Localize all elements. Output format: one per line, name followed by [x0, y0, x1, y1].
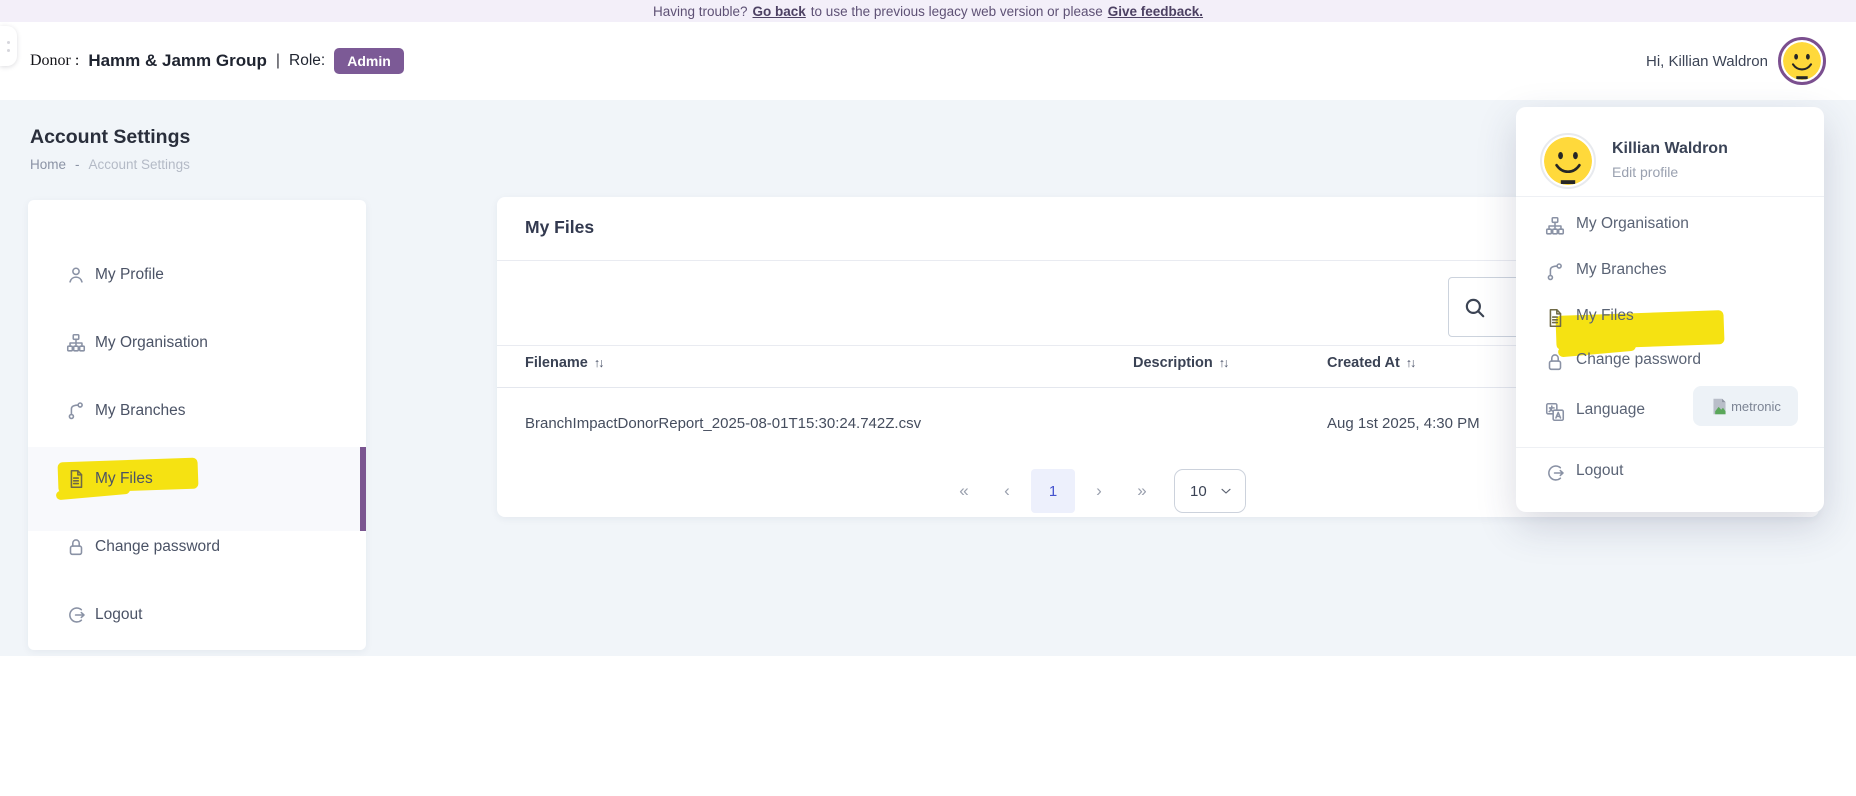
sidebar-item-label: My Branches	[95, 402, 185, 420]
edit-profile-link[interactable]: Edit profile	[1612, 164, 1678, 180]
menu-item-my-branches[interactable]: My Branches	[1516, 249, 1824, 295]
sidebar-item-label: My Files	[95, 470, 153, 488]
page-title: Account Settings	[30, 126, 190, 149]
user-name: Killian Waldron	[1612, 140, 1728, 158]
legacy-banner: Having trouble? Go back to use the previ…	[0, 0, 1856, 22]
user-icon	[65, 264, 87, 286]
role-label: Role:	[289, 52, 325, 70]
cell-created-at: Aug 1st 2025, 4:30 PM	[1327, 415, 1480, 432]
sidebar-item-label: Logout	[95, 606, 142, 624]
breadcrumb: Home - Account Settings	[30, 157, 190, 172]
lock-icon	[1544, 351, 1566, 373]
sidebar-item-my-branches[interactable]: My Branches	[28, 391, 366, 431]
cell-filename: BranchImpactDonorReport_2025-08-01T15:30…	[525, 415, 921, 432]
account-settings-sidebar: My Profile My Organisation My Branches M…	[28, 200, 366, 650]
give-feedback-link[interactable]: Give feedback.	[1108, 4, 1203, 19]
sitemap-icon	[1544, 215, 1566, 237]
pagination-next-button[interactable]: ›	[1084, 481, 1114, 501]
breadcrumb-current: Account Settings	[89, 157, 190, 172]
menu-item-label: My Files	[1576, 307, 1634, 325]
breadcrumb-separator: -	[75, 157, 80, 172]
language-badge[interactable]: metronic	[1693, 386, 1798, 426]
menu-item-label: My Organisation	[1576, 215, 1689, 233]
sort-icon[interactable]: ↑↓	[1406, 356, 1415, 370]
search-icon	[1462, 295, 1488, 321]
column-header-created-at[interactable]: Created At ↑↓	[1327, 355, 1414, 371]
go-back-link[interactable]: Go back	[753, 4, 806, 19]
role-badge: Admin	[334, 48, 404, 74]
banner-text-prefix: Having trouble?	[653, 4, 748, 19]
user-greeting-area: Hi, Killian Waldron	[1646, 22, 1826, 100]
language-badge-label: metronic	[1731, 399, 1781, 414]
column-label: Filename	[525, 355, 588, 371]
sidebar-item-change-password[interactable]: Change password	[28, 527, 366, 567]
menu-item-label: My Branches	[1576, 261, 1666, 279]
menu-item-label: Language	[1576, 401, 1645, 419]
sidebar-item-label: Change password	[95, 538, 220, 556]
broken-image-icon	[1710, 397, 1729, 416]
logout-icon	[65, 604, 87, 626]
divider	[1516, 447, 1824, 448]
smiley-avatar-icon	[1544, 137, 1592, 185]
app-header: Donor : Hamm & Jamm Group | Role: Admin …	[0, 22, 1856, 100]
menu-item-label: Change password	[1576, 351, 1701, 369]
logout-icon	[1544, 462, 1566, 484]
chevron-down-icon	[1218, 483, 1234, 499]
donor-name: Hamm & Jamm Group	[88, 51, 267, 71]
column-header-description[interactable]: Description ↑↓	[1133, 355, 1227, 371]
pagination-first-button[interactable]: «	[949, 481, 979, 501]
pagination-page-1[interactable]: 1	[1031, 469, 1075, 513]
edge-drag-tab[interactable]	[0, 26, 17, 66]
column-header-filename[interactable]: Filename ↑↓	[525, 355, 602, 371]
user-menu-header: Killian Waldron Edit profile	[1516, 107, 1824, 196]
donor-label: Donor :	[30, 52, 79, 70]
pagination-last-button[interactable]: »	[1127, 481, 1157, 501]
column-label: Description	[1133, 355, 1213, 371]
sidebar-item-label: My Profile	[95, 266, 164, 284]
divider: |	[276, 52, 280, 70]
smiley-avatar-icon	[1783, 42, 1821, 80]
sort-icon[interactable]: ↑↓	[1219, 356, 1228, 370]
sort-icon[interactable]: ↑↓	[594, 356, 603, 370]
file-icon	[65, 468, 87, 490]
menu-item-my-organisation[interactable]: My Organisation	[1516, 203, 1824, 249]
menu-item-language[interactable]: Language metronic	[1516, 389, 1824, 435]
banner-text-middle: to use the previous legacy web version o…	[811, 4, 1103, 19]
avatar[interactable]	[1778, 37, 1826, 85]
page-size-select[interactable]: 10	[1174, 469, 1246, 513]
menu-item-logout[interactable]: Logout	[1516, 450, 1824, 496]
pagination-prev-button[interactable]: ‹	[992, 481, 1022, 501]
sitemap-icon	[65, 332, 87, 354]
sidebar-item-label: My Organisation	[95, 334, 208, 352]
donor-info: Donor : Hamm & Jamm Group | Role: Admin	[30, 22, 404, 100]
panel-title: My Files	[525, 217, 594, 238]
avatar	[1540, 133, 1596, 189]
pagination: « ‹ 1 › » 10	[949, 469, 1246, 513]
sidebar-item-my-organisation[interactable]: My Organisation	[28, 323, 366, 363]
breadcrumb-home[interactable]: Home	[30, 157, 66, 172]
user-dropdown-menu: Killian Waldron Edit profile My Organisa…	[1516, 107, 1824, 512]
greeting-text: Hi, Killian Waldron	[1646, 53, 1768, 70]
column-label: Created At	[1327, 355, 1400, 371]
sidebar-item-logout[interactable]: Logout	[28, 595, 366, 635]
menu-item-label: Logout	[1576, 462, 1623, 480]
divider	[1516, 196, 1824, 197]
sidebar-item-my-profile[interactable]: My Profile	[28, 255, 366, 295]
file-icon	[1544, 307, 1566, 329]
page-size-value: 10	[1190, 483, 1207, 500]
branch-icon	[65, 400, 87, 422]
lock-icon	[65, 536, 87, 558]
translate-icon	[1544, 401, 1566, 423]
branch-icon	[1544, 261, 1566, 283]
